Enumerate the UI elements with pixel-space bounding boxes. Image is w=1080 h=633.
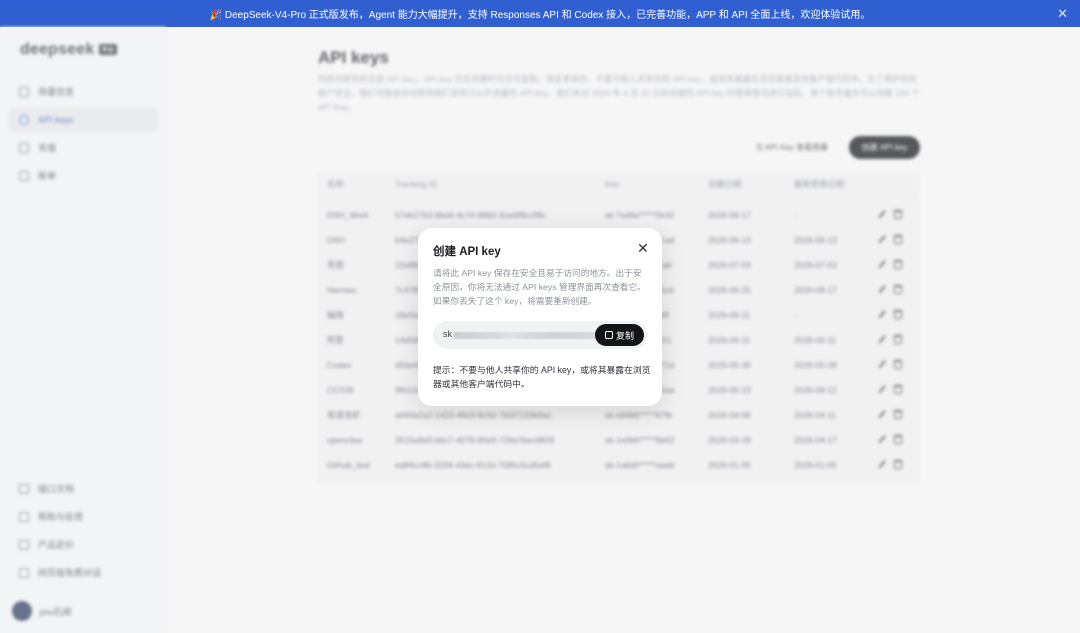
close-icon[interactable]: ✕ bbox=[1057, 6, 1068, 22]
banner-text: 🎉 DeepSeek-V4-Pro 正式版发布，Agent 能力大幅提升，支持 … bbox=[209, 10, 871, 21]
copy-button-label: 复制 bbox=[615, 330, 634, 341]
announcement-banner: 🎉 DeepSeek-V4-Pro 正式版发布，Agent 能力大幅提升，支持 … bbox=[0, 0, 1080, 27]
key-prefix: sk bbox=[443, 329, 452, 339]
dialog-description: 请将此 API key 保存在安全且易于访问的地方。出于安全原因，你将无法通过 … bbox=[433, 268, 646, 306]
key-value-masked bbox=[453, 332, 599, 339]
dialog-title: 创建 API key bbox=[433, 246, 501, 258]
close-icon[interactable]: ✕ bbox=[637, 241, 649, 255]
copy-button[interactable]: 复制 bbox=[595, 324, 644, 346]
create-key-dialog: 创建 API key ✕ 请将此 API key 保存在安全且易于访问的地方。出… bbox=[418, 228, 662, 406]
dialog-tip: 提示：不要与他人共享你的 API key，或将其暴露在浏览器或其他客户端代码中。 bbox=[433, 365, 651, 389]
api-key-field[interactable]: sk 复制 bbox=[433, 321, 648, 349]
copy-icon bbox=[604, 331, 613, 339]
